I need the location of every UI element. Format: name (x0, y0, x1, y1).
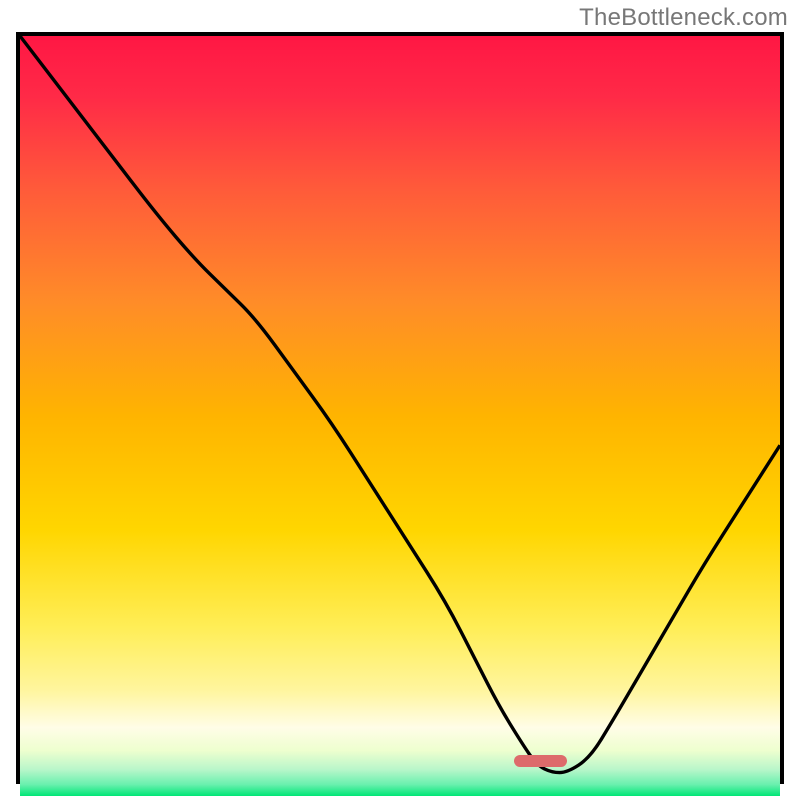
watermark-text: TheBottleneck.com (579, 4, 788, 32)
curve-path (20, 36, 780, 773)
chart-container: TheBottleneck.com (0, 0, 800, 800)
chart-frame (16, 32, 784, 784)
bottleneck-curve (20, 36, 780, 780)
optimal-zone-marker (514, 755, 567, 767)
